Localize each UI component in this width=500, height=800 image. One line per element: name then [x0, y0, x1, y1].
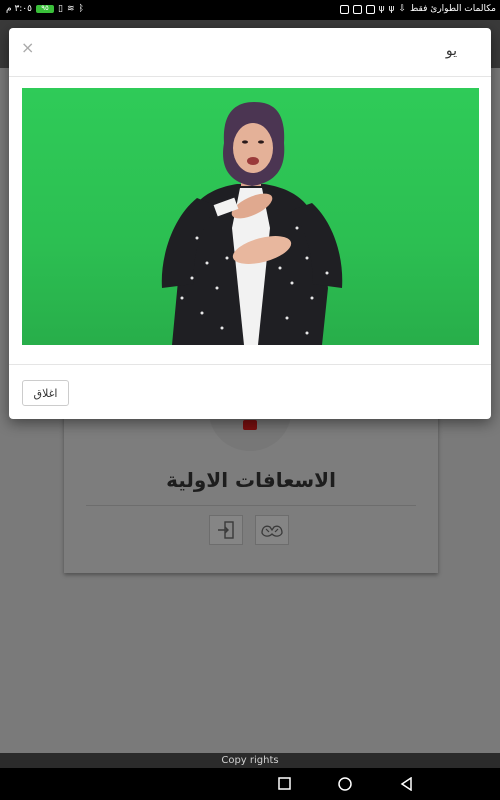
bluetooth-icon: ᛒ — [78, 4, 84, 14]
wifi-icon: ≋ — [66, 4, 75, 14]
modal-footer: اغلاق — [9, 364, 491, 420]
sim-icon: ▯ — [57, 4, 63, 14]
carrier-text: مكالمات الطوارئ فقط — [410, 4, 496, 14]
media-icon — [352, 4, 362, 14]
battery-level: ٩٥ — [41, 4, 49, 12]
status-right: مكالمات الطوارئ فقط ⇩ ψ ψ — [339, 4, 496, 14]
recent-apps-icon[interactable] — [278, 777, 291, 790]
footer: Copy rights — [0, 753, 500, 768]
usb-icon: ψ — [388, 4, 395, 14]
card-title: الاسعافات الاولية — [166, 468, 336, 492]
close-icon[interactable]: × — [21, 38, 34, 57]
modal-title: يو — [445, 43, 457, 59]
android-navbar — [0, 768, 500, 800]
first-aid-icon — [243, 420, 257, 430]
download-icon: ⇩ — [398, 4, 407, 14]
home-icon[interactable] — [338, 777, 352, 791]
sign-language-hands-icon — [261, 525, 283, 537]
status-left: ٣:٠٥ م ٩٥ ▯ ≋ ᛒ — [6, 4, 84, 14]
back-icon[interactable] — [400, 777, 413, 791]
card-divider — [86, 505, 416, 506]
enter-button[interactable] — [209, 515, 243, 545]
notification-icon — [339, 4, 349, 14]
time-text: ٣:٠٥ م — [6, 4, 32, 14]
sign-language-button[interactable] — [255, 515, 289, 545]
close-button[interactable]: اغلاق — [22, 380, 69, 406]
enter-door-icon — [218, 521, 234, 539]
usb-icon-2: ψ — [378, 4, 385, 14]
mail-icon — [365, 4, 375, 14]
video-modal: × يو اغلاق — [9, 28, 491, 419]
status-bar: مكالمات الطوارئ فقط ⇩ ψ ψ ٣:٠٥ م ٩٥ ▯ ≋ … — [0, 0, 500, 20]
interpreter-figure — [161, 102, 343, 345]
battery-icon: ٩٥ — [35, 4, 54, 13]
sign-language-video[interactable] — [22, 88, 479, 345]
modal-header: × يو — [9, 28, 491, 77]
